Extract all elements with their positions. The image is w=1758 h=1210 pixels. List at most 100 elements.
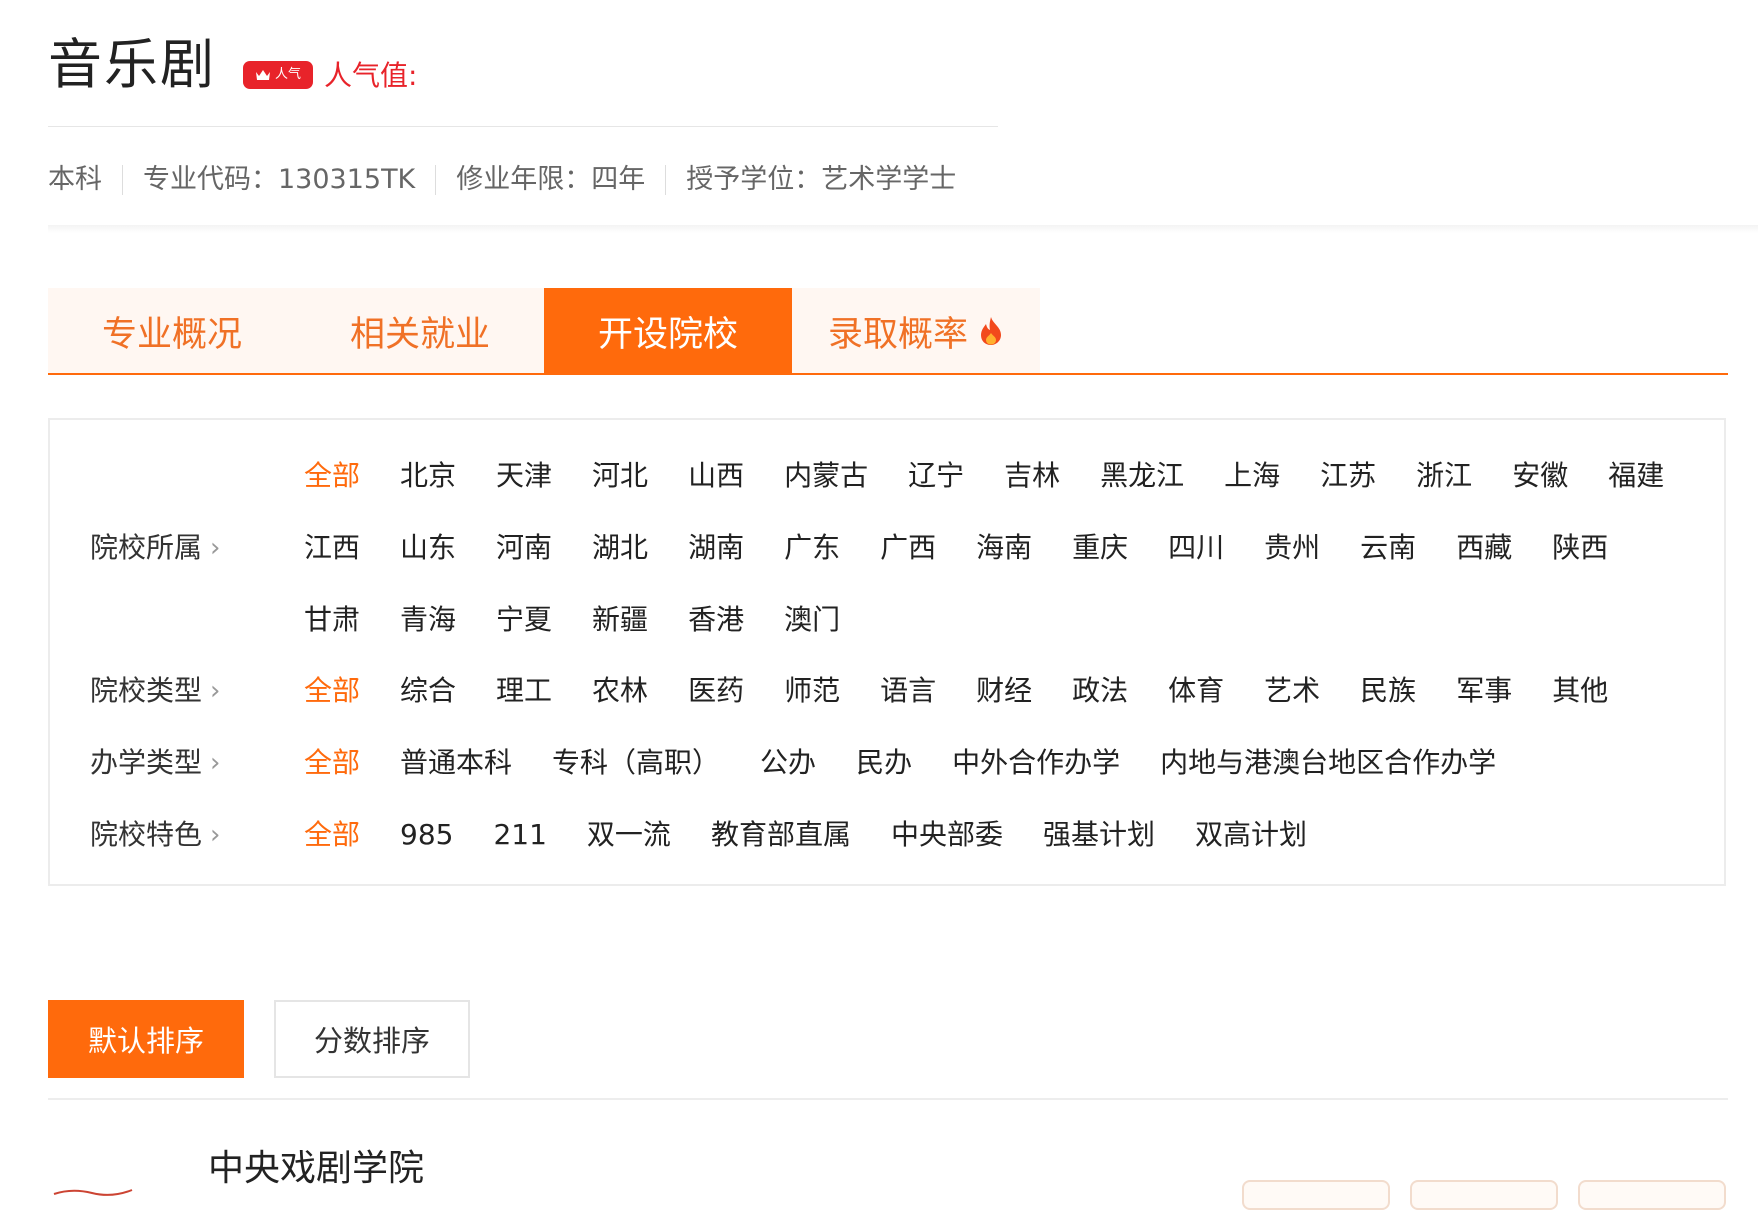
filter-option[interactable]: 教育部直属 (711, 815, 851, 855)
filter-option[interactable]: 青海 (400, 600, 456, 640)
filter-option[interactable]: 河南 (496, 528, 552, 568)
tab-employment[interactable]: 相关就业 (296, 288, 544, 374)
filter-option[interactable]: 西藏 (1456, 528, 1512, 568)
school-action-button[interactable] (1242, 1180, 1390, 1210)
filter-label-text: 院校类型 (90, 674, 203, 707)
filter-option[interactable]: 全部 (304, 743, 360, 783)
filter-option[interactable]: 陕西 (1552, 528, 1608, 568)
filter-option[interactable]: 双高计划 (1195, 815, 1307, 855)
filter-label-text: 办学类型 (90, 746, 203, 779)
filter-option[interactable]: 重庆 (1072, 528, 1128, 568)
filter-option[interactable]: 贵州 (1264, 528, 1320, 568)
tab-label: 专业概况 (101, 314, 242, 355)
flame-icon (981, 317, 1001, 345)
filter-option[interactable]: 北京 (400, 456, 456, 496)
filter-label-features[interactable]: 院校特色 › (90, 815, 304, 855)
school-name[interactable]: 中央戏剧学院 (208, 1144, 424, 1194)
filter-option[interactable]: 其他 (1552, 671, 1608, 711)
school-action-button[interactable] (1578, 1180, 1726, 1210)
sort-default-button[interactable]: 默认排序 (48, 1000, 244, 1078)
filter-options-school-type: 全部 综合 理工 农林 医药 师范 语言 财经 政法 体育 艺术 民族 军事 其… (304, 671, 1724, 711)
filter-option[interactable]: 985 (400, 815, 453, 855)
tab-admission-probability[interactable]: 录取概率 (792, 288, 1040, 374)
chevron-right-icon: › (210, 676, 221, 706)
filter-option[interactable]: 海南 (976, 528, 1032, 568)
tab-underline (48, 373, 1728, 375)
chevron-right-icon: › (210, 820, 221, 850)
filter-option[interactable]: 甘肃 (304, 600, 360, 640)
filter-option[interactable]: 中外合作办学 (952, 743, 1120, 783)
filter-option[interactable]: 政法 (1072, 671, 1128, 711)
filter-option[interactable]: 体育 (1168, 671, 1224, 711)
major-title: 音乐剧 (48, 33, 216, 96)
tab-bar: 专业概况 相关就业 开设院校 录取概率 (48, 288, 1040, 374)
filter-option[interactable]: 上海 (1224, 456, 1280, 496)
filter-option[interactable]: 浙江 (1416, 456, 1472, 496)
filter-option[interactable]: 公办 (760, 743, 816, 783)
filter-option[interactable]: 综合 (400, 671, 456, 711)
filter-option[interactable]: 专科（高职） (552, 743, 720, 783)
filter-option[interactable]: 江西 (304, 528, 360, 568)
tab-label: 相关就业 (349, 314, 490, 355)
filter-option[interactable]: 农林 (592, 671, 648, 711)
filter-option[interactable]: 河北 (592, 456, 648, 496)
filter-option[interactable]: 语言 (880, 671, 936, 711)
filter-option[interactable]: 广东 (784, 528, 840, 568)
filter-label-text: 院校特色 (90, 818, 203, 851)
filter-option[interactable]: 云南 (1360, 528, 1416, 568)
filter-option[interactable]: 医药 (688, 671, 744, 711)
tab-label: 录取概率 (827, 314, 968, 355)
filter-option[interactable]: 理工 (496, 671, 552, 711)
filter-row-features: 院校特色 › 全部 985 211 双一流 教育部直属 中央部委 强基计划 双高计… (90, 815, 1724, 855)
filter-label-ownership[interactable]: 办学类型 › (90, 743, 304, 783)
filter-option[interactable]: 民族 (1360, 671, 1416, 711)
filter-option[interactable]: 辽宁 (908, 456, 964, 496)
filter-option[interactable]: 广西 (880, 528, 936, 568)
filter-option[interactable]: 四川 (1168, 528, 1224, 568)
filter-option[interactable]: 安徽 (1512, 456, 1568, 496)
filter-option[interactable]: 山东 (400, 528, 456, 568)
filter-option[interactable]: 新疆 (592, 600, 648, 640)
filter-label-school-type[interactable]: 院校类型 › (90, 671, 304, 711)
filter-option[interactable]: 天津 (496, 456, 552, 496)
filter-option[interactable]: 山西 (688, 456, 744, 496)
sort-score-button[interactable]: 分数排序 (274, 1000, 470, 1078)
filter-option[interactable]: 全部 (304, 456, 360, 496)
filter-option[interactable]: 内蒙古 (784, 456, 868, 496)
filter-option[interactable]: 吉林 (1004, 456, 1060, 496)
filter-option[interactable]: 澳门 (784, 600, 840, 640)
chevron-right-icon: › (210, 533, 221, 563)
meta-separator (122, 165, 123, 195)
filter-option[interactable]: 财经 (976, 671, 1032, 711)
filter-option[interactable]: 普通本科 (400, 743, 512, 783)
filter-option[interactable]: 中央部委 (891, 815, 1003, 855)
filter-option[interactable]: 福建 (1608, 456, 1664, 496)
badge-label: 人气 (274, 67, 301, 82)
tab-overview[interactable]: 专业概况 (48, 288, 296, 374)
filter-option[interactable]: 军事 (1456, 671, 1512, 711)
filter-label-text: 院校所属 (90, 531, 203, 564)
filter-option[interactable]: 江苏 (1320, 456, 1376, 496)
filter-option[interactable]: 师范 (784, 671, 840, 711)
filter-option[interactable]: 艺术 (1264, 671, 1320, 711)
school-action-button[interactable] (1410, 1180, 1558, 1210)
filter-row-ownership: 办学类型 › 全部 普通本科 专科（高职） 公办 民办 中外合作办学 内地与港澳台… (90, 743, 1724, 783)
filter-option[interactable]: 宁夏 (496, 600, 552, 640)
filter-option[interactable]: 强基计划 (1043, 815, 1155, 855)
filter-option[interactable]: 香港 (688, 600, 744, 640)
filter-option[interactable]: 黑龙江 (1100, 456, 1184, 496)
meta-level: 本科 (48, 164, 102, 195)
tab-schools[interactable]: 开设院校 (544, 288, 792, 374)
filter-option[interactable]: 全部 (304, 815, 360, 855)
filter-option[interactable]: 湖南 (688, 528, 744, 568)
filter-option[interactable]: 211 (493, 815, 546, 855)
list-divider (48, 1098, 1728, 1100)
filter-option[interactable]: 双一流 (587, 815, 671, 855)
filter-option[interactable]: 民办 (856, 743, 912, 783)
filter-option[interactable]: 全部 (304, 671, 360, 711)
filter-option[interactable]: 湖北 (592, 528, 648, 568)
filter-options-features: 全部 985 211 双一流 教育部直属 中央部委 强基计划 双高计划 (304, 815, 1724, 855)
filter-options-region: 全部 北京 天津 河北 山西 内蒙古 辽宁 吉林 黑龙江 上海 江苏 浙江 安徽… (304, 456, 1724, 640)
filter-option[interactable]: 内地与港澳台地区合作办学 (1160, 743, 1496, 783)
filter-label-region[interactable]: 院校所属 › (90, 456, 304, 640)
